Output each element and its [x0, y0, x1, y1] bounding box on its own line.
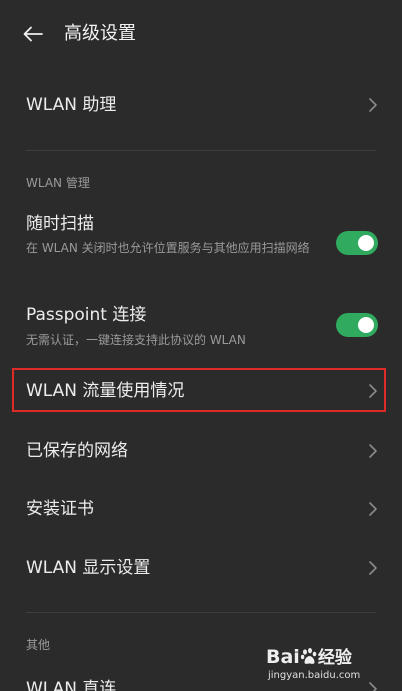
install-certificate-label: 安装证书: [26, 499, 94, 519]
saved-networks-item[interactable]: 已保存的网络: [0, 428, 402, 474]
saved-networks-label: 已保存的网络: [26, 441, 128, 461]
back-button[interactable]: [18, 20, 48, 48]
watermark-brand: Bai 经验: [266, 645, 352, 670]
scan-anytime-toggle[interactable]: [336, 231, 378, 255]
paw-icon: [300, 648, 317, 664]
arrow-left-icon: [23, 26, 43, 42]
passpoint-item: Passpoint 连接 无需认证，一键连接支持此协议的 WLAN: [0, 296, 402, 356]
passpoint-description: 无需认证，一键连接支持此协议的 WLAN: [26, 333, 246, 347]
section-label-wlan-manage: WLAN 管理: [26, 176, 90, 190]
baidu-jingyan-watermark: Bai 经验 jingyan.baidu.com: [266, 645, 394, 687]
section-label-other: 其他: [26, 638, 51, 652]
chevron-right-icon: [369, 502, 377, 516]
divider: [26, 612, 376, 613]
divider: [26, 150, 376, 151]
watermark-brand-right: 经验: [317, 648, 352, 668]
toggle-knob: [358, 235, 374, 251]
wlan-display-settings-item[interactable]: WLAN 显示设置: [0, 545, 402, 591]
chevron-right-icon: [369, 561, 377, 575]
install-certificate-item[interactable]: 安装证书: [0, 486, 402, 532]
wlan-usage-label: WLAN 流量使用情况: [26, 381, 185, 401]
watermark-brand-left: Bai: [266, 646, 300, 668]
wlan-direct-label: WLAN 直连: [26, 679, 117, 691]
toggle-knob: [358, 317, 374, 333]
chevron-right-icon: [369, 444, 377, 458]
scan-anytime-description: 在 WLAN 关闭时也允许位置服务与其他应用扫描网络: [26, 241, 310, 255]
passpoint-toggle[interactable]: [336, 313, 378, 337]
advanced-settings-page: 高级设置 WLAN 助理 WLAN 管理 随时扫描 在 WLAN 关闭时也允许位…: [0, 0, 402, 691]
scan-anytime-label: 随时扫描: [26, 214, 94, 234]
chevron-right-icon: [369, 384, 377, 398]
watermark-url: jingyan.baidu.com: [268, 670, 361, 681]
chevron-right-icon: [369, 98, 377, 112]
scan-anytime-item: 随时扫描 在 WLAN 关闭时也允许位置服务与其他应用扫描网络: [0, 205, 402, 283]
page-title: 高级设置: [64, 23, 136, 44]
wlan-usage-item[interactable]: WLAN 流量使用情况: [0, 370, 402, 412]
header: 高级设置: [0, 0, 402, 68]
wlan-assistant-label: WLAN 助理: [26, 95, 117, 115]
wlan-display-settings-label: WLAN 显示设置: [26, 558, 151, 578]
passpoint-label: Passpoint 连接: [26, 305, 147, 325]
wlan-assistant-item[interactable]: WLAN 助理: [0, 80, 402, 130]
